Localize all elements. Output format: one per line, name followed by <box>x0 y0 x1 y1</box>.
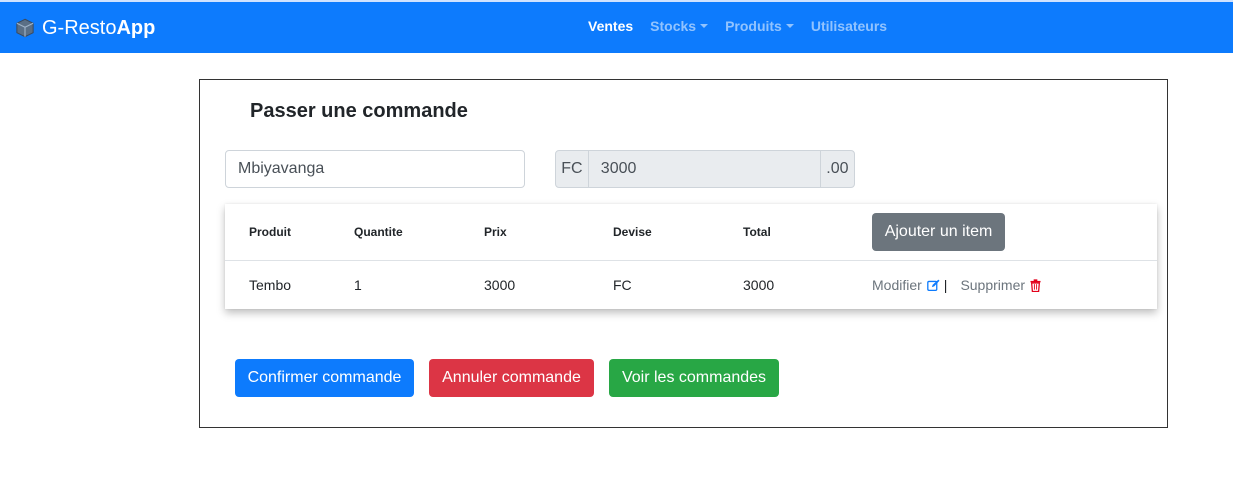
nav-label: Ventes <box>588 18 634 34</box>
confirm-order-button[interactable]: Confirmer commande <box>235 359 414 397</box>
brand-name-regular: G-Resto <box>42 16 117 39</box>
cell-produit: Tembo <box>249 277 292 293</box>
chevron-down-icon <box>785 24 794 28</box>
edit-icon <box>926 279 940 291</box>
cell-quantite: 1 <box>354 277 362 293</box>
table-header: Produit Quantite Prix Devise Total Ajout… <box>225 204 1157 261</box>
nav-item-stocks[interactable]: Stocks <box>650 18 709 34</box>
main-nav: Ventes Stocks Produits Utilisateurs <box>588 18 904 34</box>
table-row: Tembo 1 3000 FC 3000 Modifier | Supprime… <box>225 261 1157 309</box>
cell-prix: 3000 <box>484 277 516 293</box>
amount-suffix: .00 <box>819 150 855 188</box>
currency-prefix: FC <box>555 150 589 188</box>
cell-devise: FC <box>613 277 632 293</box>
nav-label: Produits <box>725 18 782 34</box>
cell-total: 3000 <box>743 277 775 293</box>
edit-label: Modifier <box>872 277 922 293</box>
brand-name-bold: App <box>116 16 156 39</box>
header-devise: Devise <box>613 225 652 239</box>
chevron-down-icon <box>700 24 709 28</box>
amount-input[interactable] <box>588 150 820 188</box>
cube-icon <box>16 18 34 38</box>
edit-link[interactable]: Modifier <box>872 277 940 293</box>
delete-label: Supprimer <box>960 277 1026 293</box>
page-title: Passer une commande <box>250 100 468 122</box>
nav-item-produits[interactable]: Produits <box>725 18 794 34</box>
header-produit: Produit <box>249 225 291 239</box>
client-name-input[interactable] <box>225 150 525 188</box>
order-card: Passer une commande FC .00 Produit Quant… <box>199 79 1168 428</box>
separator: | <box>943 277 948 293</box>
row-actions: Modifier | Supprimer <box>872 277 1041 293</box>
header-quantite: Quantite <box>354 225 403 239</box>
brand[interactable]: G-Resto App <box>15 15 155 41</box>
header-prix: Prix <box>484 225 507 239</box>
nav-item-utilisateurs[interactable]: Utilisateurs <box>811 18 887 34</box>
amount-input-group: FC .00 <box>555 150 855 188</box>
nav-item-ventes[interactable]: Ventes <box>588 18 633 34</box>
header-total: Total <box>743 225 771 239</box>
order-items-table: Produit Quantite Prix Devise Total Ajout… <box>225 204 1157 309</box>
nav-label: Utilisateurs <box>810 18 888 34</box>
top-navbar: G-Resto App Ventes Stocks Produits Utilis… <box>0 0 1233 53</box>
add-item-button[interactable]: Ajouter un item <box>872 213 1005 251</box>
view-orders-button[interactable]: Voir les commandes <box>609 359 779 397</box>
delete-link[interactable]: Supprimer <box>960 277 1041 293</box>
trash-icon <box>1030 278 1041 292</box>
nav-label: Stocks <box>650 18 697 34</box>
cancel-order-button[interactable]: Annuler commande <box>429 359 594 397</box>
